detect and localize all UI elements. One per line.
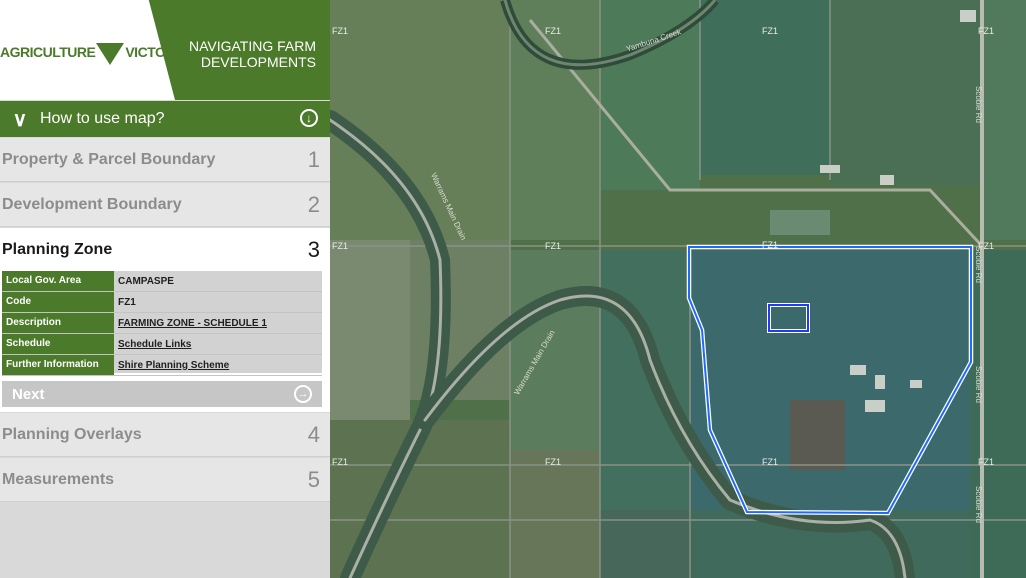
step-label: Development Boundary: [2, 195, 182, 213]
row-key: Further Information: [2, 355, 114, 375]
step-number: 4: [307, 421, 320, 447]
road-label-scobie-rd: Scobie Rd: [973, 86, 983, 123]
zone-label: FZ1: [545, 241, 562, 251]
agriculture-victoria-logo: AGRICULTURE VICTORIA: [0, 40, 188, 65]
table-row: Local Gov. Area CAMPASPE: [2, 271, 322, 292]
zone-label: FZ1: [545, 26, 562, 36]
schedule-link[interactable]: Schedule Links: [114, 339, 191, 350]
planning-zone-table: Local Gov. Area CAMPASPE Code FZ1 Descri…: [2, 271, 322, 376]
row-key: Description: [2, 313, 114, 333]
row-key: Schedule: [2, 334, 114, 354]
chevron-down-icon: ∨: [12, 108, 28, 131]
step-number: 3: [307, 236, 320, 262]
how-to-use-map-label: How to use map?: [40, 110, 165, 127]
satellite-map[interactable]: FZ1 FZ1 FZ1 FZ1 FZ1 FZ1 FZ1 FZ1 FZ1 FZ1 …: [330, 0, 1026, 578]
step-development-boundary[interactable]: Development Boundary 2: [0, 183, 330, 227]
next-label: Next: [12, 385, 45, 403]
step-measurements[interactable]: Measurements 5: [0, 458, 330, 502]
how-to-use-map-toggle[interactable]: ∨ How to use map? ↓: [0, 101, 330, 137]
arrow-right-circle-icon: →: [294, 385, 312, 403]
step-planning-overlays[interactable]: Planning Overlays 4: [0, 413, 330, 457]
app-title-line1: NAVIGATING FARM: [188, 38, 316, 54]
app-title: NAVIGATING FARM DEVELOPMENTS: [166, 38, 316, 70]
zone-label: FZ1: [762, 457, 779, 467]
row-value: FZ1: [118, 296, 136, 308]
table-row: Description FARMING ZONE - SCHEDULE 1: [2, 313, 322, 334]
step-number: 2: [307, 191, 320, 217]
zone-label: FZ1: [762, 240, 779, 250]
table-row: Code FZ1: [2, 292, 322, 313]
step-property-parcel-boundary[interactable]: Property & Parcel Boundary 1: [0, 138, 330, 182]
road-label-scobie-rd: Scobie Rd: [973, 486, 983, 523]
row-value: CAMPASPE: [118, 275, 174, 287]
v-mark-icon: [96, 43, 125, 65]
app-title-line2: DEVELOPMENTS: [200, 54, 316, 70]
zone-label: FZ1: [762, 26, 779, 36]
zone-label: FZ1: [545, 457, 562, 467]
table-row: Schedule Schedule Links: [2, 334, 322, 355]
road-label-scobie-rd: Scobie Rd: [973, 366, 983, 403]
logo-text-left: AGRICULTURE: [0, 44, 96, 60]
row-key: Local Gov. Area: [2, 271, 114, 291]
step-label: Measurements: [2, 470, 115, 488]
zone-label: FZ1: [978, 457, 995, 467]
step-number: 1: [307, 146, 320, 172]
zone-label: FZ1: [978, 26, 995, 36]
next-button[interactable]: Next →: [2, 381, 322, 407]
step-label: Planning Zone: [2, 240, 113, 258]
table-row: Further Information Shire Planning Schem…: [2, 355, 322, 376]
step-label: Property & Parcel Boundary: [2, 150, 216, 168]
step-label: Planning Overlays: [2, 425, 142, 443]
description-link[interactable]: FARMING ZONE - SCHEDULE 1: [114, 318, 267, 329]
row-key: Code: [2, 292, 114, 312]
app-header: AGRICULTURE VICTORIA NAVIGATING FARM DEV…: [0, 0, 330, 100]
map-imagery: [330, 0, 1026, 578]
zone-label: FZ1: [332, 457, 349, 467]
road-label-scobie-rd: Scobie Rd: [973, 246, 983, 283]
download-circle-icon[interactable]: ↓: [300, 109, 318, 127]
zone-label: FZ1: [332, 241, 349, 251]
shire-planning-scheme-link[interactable]: Shire Planning Scheme: [114, 360, 229, 371]
step-number: 5: [307, 466, 320, 492]
zone-label: FZ1: [332, 26, 349, 36]
sidebar: AGRICULTURE VICTORIA NAVIGATING FARM DEV…: [0, 0, 330, 578]
